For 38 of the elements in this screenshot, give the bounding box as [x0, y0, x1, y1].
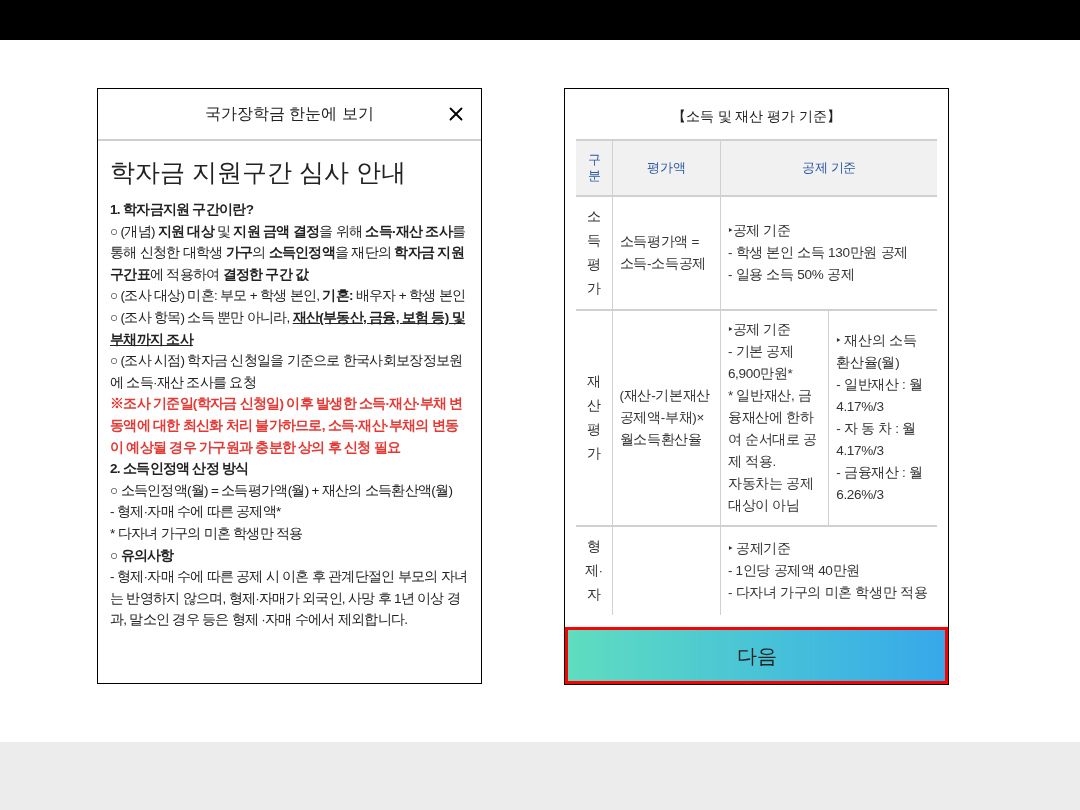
table-title: 【소득 및 재산 평가 기준】: [671, 108, 842, 126]
criteria-text: - 학생 본인 소득 130만원 공제: [727, 244, 909, 263]
section-heading: 2. 소득인정액 산정 방식: [110, 460, 250, 479]
table-cell: 소득평가액 = 소득-소득공제: [619, 234, 706, 272]
body-text: ○ 소득인정액(월) = 소득평가액(월) + 재산의 소득환산액(월): [110, 481, 454, 500]
body-text: ○ (개념) 지원 대상 및 지원 금액 결정을 위해 소득·재산 조사를 통해 신청한 대학생 가구의 소득인정액을 재단의 학자금 지원구간표에 적용하여 결정한 구간 값: [110, 222, 467, 284]
criteria-text: - 기본 공제 6,900만원*: [727, 343, 795, 384]
column-header: 공제 기준: [720, 140, 937, 197]
warning-text: ※조사 기준일(학자금 신청일) 이후 발생한 소득·재산·부채 변동액에 대한 최신화 처리 불가하므로, 소득·재산·부채의 변동이 예상될 경우 가구원과 충분한 상의 후 신청 필요: [110, 395, 464, 457]
body-text: ○ (조사 시점) 학자금 신청일을 기준으로 한국사회보장정보원에 소득·재산 조사를 요청: [110, 352, 464, 392]
criteria-text: ‣공제 기준: [727, 321, 792, 340]
criteria-text: - 1인당 공제액 40만원: [727, 562, 861, 581]
next-button[interactable]: 다음: [565, 627, 948, 684]
body-text: - 형제·자매 수에 따른 공제 시 이혼 후 관계단절인 부모의 자녀는 반영하지 않으며, 형제·자매가 외국인, 사망 후 1년 이상 경과, 말소인 경우 등은 형제 ·자매 수에서 제외합니다.: [110, 568, 469, 630]
criteria-text: ‣공제 기준: [727, 222, 792, 241]
criteria-text: - 일반재산 : 월 4.17%/3: [836, 376, 924, 417]
body-text: ○ (조사 대상) 미혼: 부모 + 학생 본인, 기혼: 배우자 + 학생 본인: [110, 287, 467, 306]
column-header: 구분: [576, 140, 613, 197]
category-text: 재산평가: [585, 373, 602, 464]
criteria-text: ‣ 공제기준: [727, 540, 792, 559]
body-text: - 형제·자매 수에 따른 공제액*: [110, 503, 282, 522]
body-text: ○ (조사 항목) 소득 뿐만 아니라, 재산(부동산, 금융, 보험 등) 및 부채까지 조사: [110, 308, 467, 349]
category-text: 소득평가: [585, 208, 602, 299]
table-cell: (재산-기본재산공제액-부채)×월소득환산율: [619, 388, 711, 448]
criteria-text: - 일용 소득 50% 공제: [727, 266, 856, 285]
criteria-text: * 일반재산, 금융재산에 한하여 순서대로 공제 적용.: [727, 387, 818, 472]
body-text: * 다자녀 가구의 미혼 학생만 적용: [110, 524, 304, 543]
section-heading: ○ 유의사항: [110, 546, 175, 565]
section-heading: 1. 학자금지원 구간이란?: [110, 201, 255, 219]
header-title: 국가장학금 한눈에 보기: [205, 104, 374, 124]
category-text: 형제·자: [583, 538, 604, 605]
criteria-text: - 자 동 차 : 월 4.17%/3: [836, 420, 917, 461]
criteria-text: 자동차는 공제 대상이 아님: [727, 475, 815, 516]
criteria-text: - 금융재산 : 월 6.26%/3: [836, 464, 924, 505]
criteria-text: - 다자녀 가구의 미혼 학생만 적용: [727, 584, 929, 603]
column-header: 평가액: [612, 140, 721, 197]
criteria-text: ‣ 재산의 소득 환산율(월): [836, 332, 918, 373]
page-title: 학자금 지원구간 심사 안내: [110, 157, 407, 188]
